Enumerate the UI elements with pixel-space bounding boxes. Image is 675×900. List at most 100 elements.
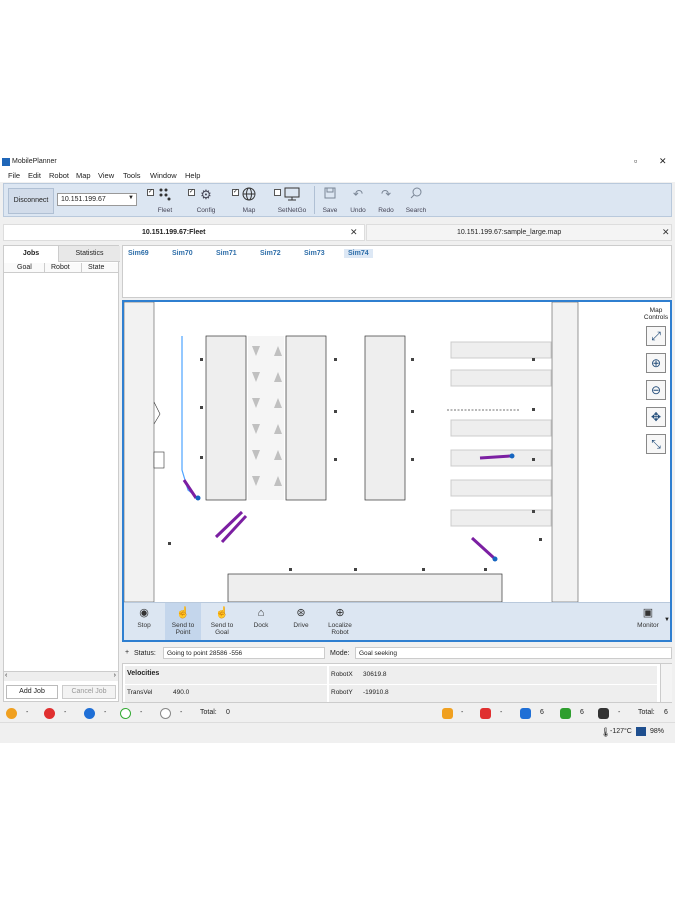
map-canvas[interactable]: [124, 302, 642, 602]
robot-tab-sim74[interactable]: Sim74: [344, 249, 373, 258]
stop-icon: ◉: [139, 607, 149, 619]
restore-window-button[interactable]: ▫: [634, 156, 637, 166]
scroll-left-icon[interactable]: ‹: [5, 672, 7, 679]
tab-map[interactable]: 10.151.199.67:sample_large.map ✕: [366, 224, 672, 241]
tab-fleet[interactable]: 10.151.199.67:Fleet ✕: [3, 224, 365, 241]
map-button[interactable]: Map: [239, 187, 259, 214]
close-window-button[interactable]: ✕: [659, 156, 667, 167]
error-count: -: [64, 709, 67, 716]
undo-label: Undo: [350, 207, 366, 214]
expand-icon[interactable]: +: [125, 649, 129, 656]
available-count: -: [140, 709, 143, 716]
monitor-button[interactable]: ▣ Monitor: [634, 606, 662, 629]
roboty-label: RobotY: [331, 689, 353, 696]
column-state[interactable]: State: [88, 264, 104, 271]
status-value: Going to point 28586 -556: [163, 647, 325, 659]
available-icon: [120, 708, 131, 719]
map-checkbox[interactable]: ✓: [232, 189, 239, 196]
tab-map-label: 10.151.199.67:sample_large.map: [457, 229, 562, 236]
globe-icon: [242, 187, 256, 201]
completed-count: -: [180, 709, 183, 716]
home-icon: ⌂: [257, 607, 265, 619]
tab-jobs[interactable]: Jobs: [4, 246, 58, 262]
disconnect-button[interactable]: Disconnect: [8, 188, 54, 214]
column-goal[interactable]: Goal: [17, 264, 32, 271]
setnetgo-button[interactable]: SetNetGo: [276, 187, 308, 214]
robotx-value: 30619.8: [363, 671, 387, 678]
error-icon: [44, 708, 55, 719]
undo-icon: ↶: [352, 187, 364, 201]
mode-value: Goal seeking: [355, 647, 672, 659]
title-bar: MobilePlanner ▫ ✕: [0, 155, 675, 170]
active-count: -: [104, 709, 107, 716]
setnetgo-label: SetNetGo: [277, 207, 307, 214]
roboty-row: RobotY -19910.8: [329, 685, 657, 702]
fleet-icon: [159, 188, 171, 201]
close-icon[interactable]: ✕: [662, 227, 670, 238]
undo-button[interactable]: ↶ Undo: [348, 187, 368, 214]
search-icon: [410, 187, 422, 199]
total-jobs-value: 0: [226, 709, 230, 716]
robotx-row: RobotX 30619.8: [329, 666, 657, 684]
menu-robot[interactable]: Robot: [49, 171, 69, 180]
add-job-button[interactable]: Add Job: [6, 685, 58, 699]
transvel-value: 490.0: [173, 689, 190, 696]
menu-window[interactable]: Window: [150, 171, 177, 180]
map-view[interactable]: Map Controls ⤢ ⊕ ⊖ ✥ ⤡ ◉ Stop ☝ Send to …: [122, 300, 672, 642]
chevron-down-icon[interactable]: ▼: [664, 617, 670, 623]
close-icon[interactable]: ✕: [350, 227, 358, 238]
pan-icon[interactable]: ✥: [646, 407, 666, 427]
toolbar-divider: [314, 186, 315, 214]
menu-edit[interactable]: Edit: [28, 171, 41, 180]
dock-button[interactable]: ⌂ Dock: [248, 606, 274, 629]
jobs-panel: Jobs Statistics Goal Robot State ‹ › Add…: [3, 245, 120, 702]
menu-file[interactable]: File: [8, 171, 20, 180]
roboty-value: -19910.8: [363, 689, 389, 696]
cancel-job-button[interactable]: Cancel Job: [62, 685, 116, 699]
transvel-label: TransVel: [127, 689, 153, 696]
horizontal-scrollbar[interactable]: ‹ ›: [4, 671, 118, 681]
fit-to-screen-icon[interactable]: ⤢: [646, 326, 666, 346]
map-controls: Map Controls ⤢ ⊕ ⊖ ✥ ⤡: [642, 302, 670, 602]
robot-list: Sim69 Sim70 Sim71 Sim72 Sim73 Sim74: [122, 245, 672, 298]
zoom-in-icon[interactable]: ⊕: [646, 353, 666, 373]
send-to-goal-label: Send to Goal: [210, 622, 234, 636]
ip-address-select[interactable]: 10.151.199.67 ▼: [57, 193, 137, 206]
send-to-goal-button[interactable]: ☝ Send to Goal: [206, 606, 238, 636]
robot-tab-sim72[interactable]: Sim72: [256, 249, 285, 258]
column-divider: [81, 263, 82, 273]
column-robot[interactable]: Robot: [51, 264, 70, 271]
active-icon: [84, 708, 95, 719]
center-robot-icon[interactable]: ⤡: [646, 434, 666, 454]
menu-bar: File Edit Robot Map View Tools Window He…: [0, 170, 675, 182]
robot-tab-sim71[interactable]: Sim71: [212, 249, 241, 258]
menu-map[interactable]: Map: [76, 171, 91, 180]
robot-error-count: -: [500, 709, 503, 716]
search-button[interactable]: Search: [404, 187, 428, 214]
redo-button[interactable]: ↷ Redo: [376, 187, 396, 214]
hand-pointer-icon: ☝: [215, 607, 229, 619]
save-icon: [324, 187, 336, 199]
robot-tab-sim70[interactable]: Sim70: [168, 249, 197, 258]
send-to-point-button[interactable]: ☝ Send to Point: [165, 603, 201, 640]
vertical-scrollbar[interactable]: [660, 664, 672, 702]
robot-tab-sim69[interactable]: Sim69: [124, 249, 153, 258]
fleet-button[interactable]: Fleet: [154, 187, 176, 214]
robot-offline-count: -: [618, 709, 621, 716]
robot-tab-sim73[interactable]: Sim73: [300, 249, 329, 258]
tab-statistics[interactable]: Statistics: [58, 246, 120, 262]
monitor-icon: ▣: [642, 607, 654, 619]
save-button[interactable]: Save: [320, 187, 340, 214]
fleet-checkbox[interactable]: ✓: [147, 189, 154, 196]
stop-button[interactable]: ◉ Stop: [132, 606, 156, 629]
drive-button[interactable]: ⊛ Drive: [288, 606, 314, 629]
menu-help[interactable]: Help: [185, 171, 200, 180]
menu-tools[interactable]: Tools: [123, 171, 141, 180]
zoom-out-icon[interactable]: ⊖: [646, 380, 666, 400]
gear-icon: ⚙: [200, 187, 212, 202]
scroll-right-icon[interactable]: ›: [114, 672, 116, 679]
localize-robot-button[interactable]: ⊕ Localize Robot: [324, 606, 356, 636]
menu-view[interactable]: View: [98, 171, 114, 180]
fleet-label: Fleet: [157, 207, 173, 214]
config-button[interactable]: ⚙ Config: [194, 187, 218, 214]
